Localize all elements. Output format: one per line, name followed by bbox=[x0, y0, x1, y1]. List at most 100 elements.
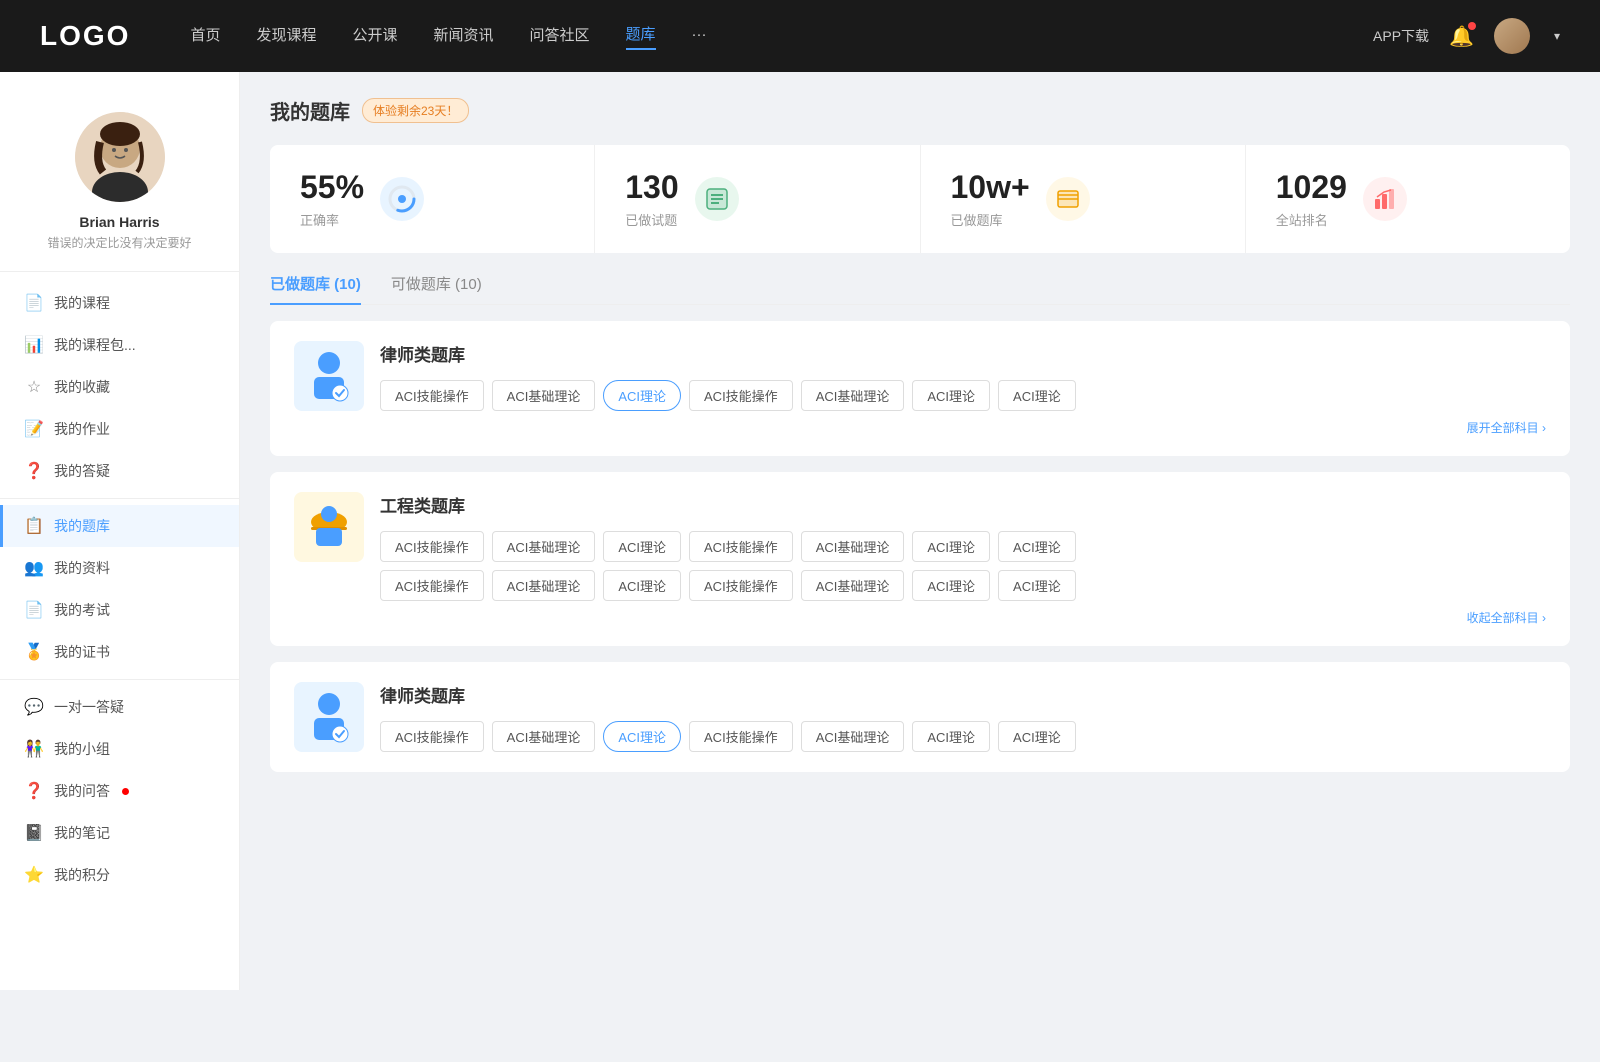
user-dropdown-arrow[interactable]: ▾ bbox=[1554, 29, 1560, 43]
tag-1-5[interactable]: ACI理论 bbox=[912, 531, 990, 562]
tab-done-banks[interactable]: 已做题库 (10) bbox=[270, 273, 361, 304]
my-qa-icon: ❓ bbox=[24, 781, 44, 801]
nav-open-course[interactable]: 公开课 bbox=[352, 24, 397, 49]
stat-accuracy-value: 55% bbox=[300, 169, 364, 206]
nav-news[interactable]: 新闻资讯 bbox=[434, 24, 494, 49]
nav-discover[interactable]: 发现课程 bbox=[256, 24, 316, 49]
tag-1-1[interactable]: ACI基础理论 bbox=[492, 531, 596, 562]
stat-done-banks-icon bbox=[1046, 177, 1090, 221]
user-avatar-nav[interactable] bbox=[1494, 18, 1530, 54]
app-download-link[interactable]: APP下载 bbox=[1373, 26, 1429, 46]
tag-2-5[interactable]: ACI理论 bbox=[912, 721, 990, 752]
tag-1-2[interactable]: ACI理论 bbox=[603, 531, 681, 562]
qbank-body-1: 律师类题库 ACI技能操作 ACI基础理论 ACI理论 ACI技能操作 ACI基… bbox=[380, 341, 1546, 436]
tag-1-r2-6[interactable]: ACI理论 bbox=[998, 570, 1076, 601]
menu-divider-2 bbox=[0, 679, 239, 680]
tag-1-r2-1[interactable]: ACI基础理论 bbox=[492, 570, 596, 601]
stat-done-questions-label: 已做试题 bbox=[625, 210, 678, 229]
certificate-icon: 🏅 bbox=[24, 642, 44, 662]
sidebar-item-group[interactable]: 👫 我的小组 bbox=[0, 728, 239, 770]
main-wrapper: Brian Harris 错误的决定比没有决定要好 📄 我的课程 📊 我的课程包… bbox=[0, 72, 1600, 990]
tag-1-4[interactable]: ACI基础理论 bbox=[801, 531, 905, 562]
qbank-tags-1: ACI技能操作 ACI基础理论 ACI理论 ACI技能操作 ACI基础理论 AC… bbox=[380, 380, 1546, 411]
stat-done-questions-value: 130 bbox=[625, 169, 678, 206]
tag-0-1[interactable]: ACI基础理论 bbox=[492, 380, 596, 411]
tag-0-2[interactable]: ACI理论 bbox=[603, 380, 681, 411]
qbank-header-2: 工程类题库 ACI技能操作 ACI基础理论 ACI理论 ACI技能操作 ACI基… bbox=[294, 492, 1546, 626]
nav-more[interactable]: ··· bbox=[692, 26, 707, 47]
tag-1-3[interactable]: ACI技能操作 bbox=[689, 531, 793, 562]
tag-2-2[interactable]: ACI理论 bbox=[603, 721, 681, 752]
tag-2-1[interactable]: ACI基础理论 bbox=[492, 721, 596, 752]
tabs-row: 已做题库 (10) 可做题库 (10) bbox=[270, 273, 1570, 305]
sidebar-item-my-qa[interactable]: ❓ 我的问答 bbox=[0, 770, 239, 812]
tag-2-0[interactable]: ACI技能操作 bbox=[380, 721, 484, 752]
sidebar-item-certificate[interactable]: 🏅 我的证书 bbox=[0, 631, 239, 673]
tag-0-3[interactable]: ACI技能操作 bbox=[689, 380, 793, 411]
tag-1-r2-0[interactable]: ACI技能操作 bbox=[380, 570, 484, 601]
avatar bbox=[75, 112, 165, 202]
tag-0-5[interactable]: ACI理论 bbox=[912, 380, 990, 411]
stat-done-banks-label: 已做题库 bbox=[951, 210, 1030, 229]
tag-2-3[interactable]: ACI技能操作 bbox=[689, 721, 793, 752]
nav-home[interactable]: 首页 bbox=[190, 24, 220, 49]
stat-rank-icon bbox=[1363, 177, 1407, 221]
notification-bell[interactable]: 🔔 bbox=[1449, 24, 1474, 49]
tag-1-r2-3[interactable]: ACI技能操作 bbox=[689, 570, 793, 601]
sidebar-item-one-on-one[interactable]: 💬 一对一答疑 bbox=[0, 686, 239, 728]
points-icon: ⭐ bbox=[24, 865, 44, 885]
qa-red-dot bbox=[122, 788, 129, 795]
qbank-body-3: 律师类题库 ACI技能操作 ACI基础理论 ACI理论 ACI技能操作 ACI基… bbox=[380, 682, 1546, 752]
sidebar-item-qa[interactable]: ❓ 我的答疑 bbox=[0, 450, 239, 492]
expand-link-1[interactable]: 展开全部科目 › bbox=[380, 419, 1546, 436]
sidebar-item-points[interactable]: ⭐ 我的积分 bbox=[0, 854, 239, 896]
sidebar-item-course-package[interactable]: 📊 我的课程包... bbox=[0, 324, 239, 366]
stat-accuracy-icon bbox=[380, 177, 424, 221]
tag-0-4[interactable]: ACI基础理论 bbox=[801, 380, 905, 411]
navbar: LOGO 首页 发现课程 公开课 新闻资讯 问答社区 题库 ··· APP下载 … bbox=[0, 0, 1600, 72]
tag-0-0[interactable]: ACI技能操作 bbox=[380, 380, 484, 411]
qa-icon: ❓ bbox=[24, 461, 44, 481]
qbank-engineer-icon bbox=[294, 492, 364, 562]
qbank-tags-row1: ACI技能操作 ACI基础理论 ACI理论 ACI技能操作 ACI基础理论 AC… bbox=[380, 531, 1546, 562]
sidebar-item-profile[interactable]: 👥 我的资料 bbox=[0, 547, 239, 589]
stat-done-questions: 130 已做试题 bbox=[595, 145, 920, 253]
tag-1-r2-4[interactable]: ACI基础理论 bbox=[801, 570, 905, 601]
sidebar: Brian Harris 错误的决定比没有决定要好 📄 我的课程 📊 我的课程包… bbox=[0, 72, 240, 990]
nav-questionbank[interactable]: 题库 bbox=[626, 23, 656, 50]
sidebar-item-courses[interactable]: 📄 我的课程 bbox=[0, 282, 239, 324]
tag-1-0[interactable]: ACI技能操作 bbox=[380, 531, 484, 562]
sidebar-item-homework[interactable]: 📝 我的作业 bbox=[0, 408, 239, 450]
tag-1-6[interactable]: ACI理论 bbox=[998, 531, 1076, 562]
exam-icon: 📄 bbox=[24, 600, 44, 620]
page-title: 我的题库 bbox=[270, 96, 350, 125]
sidebar-item-exam[interactable]: 📄 我的考试 bbox=[0, 589, 239, 631]
main-content: 我的题库 体验剩余23天！ 55% 正确率 bbox=[240, 72, 1600, 990]
notification-badge bbox=[1468, 22, 1476, 30]
qbank-body-2: 工程类题库 ACI技能操作 ACI基础理论 ACI理论 ACI技能操作 ACI基… bbox=[380, 492, 1546, 626]
stat-accuracy-label: 正确率 bbox=[300, 210, 364, 229]
homework-icon: 📝 bbox=[24, 419, 44, 439]
qbank-header-1: 律师类题库 ACI技能操作 ACI基础理论 ACI理论 ACI技能操作 ACI基… bbox=[294, 341, 1546, 436]
sidebar-item-notes[interactable]: 📓 我的笔记 bbox=[0, 812, 239, 854]
group-icon: 👫 bbox=[24, 739, 44, 759]
one-on-one-icon: 💬 bbox=[24, 697, 44, 717]
stat-done-questions-content: 130 已做试题 bbox=[625, 169, 678, 229]
tag-1-r2-2[interactable]: ACI理论 bbox=[603, 570, 681, 601]
sidebar-item-questionbank[interactable]: 📋 我的题库 bbox=[0, 505, 239, 547]
logo[interactable]: LOGO bbox=[40, 20, 130, 52]
tag-0-6[interactable]: ACI理论 bbox=[998, 380, 1076, 411]
qbank-card-engineer: 工程类题库 ACI技能操作 ACI基础理论 ACI理论 ACI技能操作 ACI基… bbox=[270, 472, 1570, 646]
tag-2-4[interactable]: ACI基础理论 bbox=[801, 721, 905, 752]
nav-qa[interactable]: 问答社区 bbox=[530, 24, 590, 49]
collapse-link-2[interactable]: 收起全部科目 › bbox=[380, 609, 1546, 626]
tag-1-r2-5[interactable]: ACI理论 bbox=[912, 570, 990, 601]
stat-accuracy: 55% 正确率 bbox=[270, 145, 595, 253]
tag-2-6[interactable]: ACI理论 bbox=[998, 721, 1076, 752]
qbank-card-lawyer-1: 律师类题库 ACI技能操作 ACI基础理论 ACI理论 ACI技能操作 ACI基… bbox=[270, 321, 1570, 456]
qbank-title-1: 律师类题库 bbox=[380, 341, 1546, 366]
tab-available-banks[interactable]: 可做题库 (10) bbox=[391, 273, 482, 304]
questionbank-icon: 📋 bbox=[24, 516, 44, 536]
sidebar-item-favorites[interactable]: ☆ 我的收藏 bbox=[0, 366, 239, 408]
course-package-icon: 📊 bbox=[24, 335, 44, 355]
